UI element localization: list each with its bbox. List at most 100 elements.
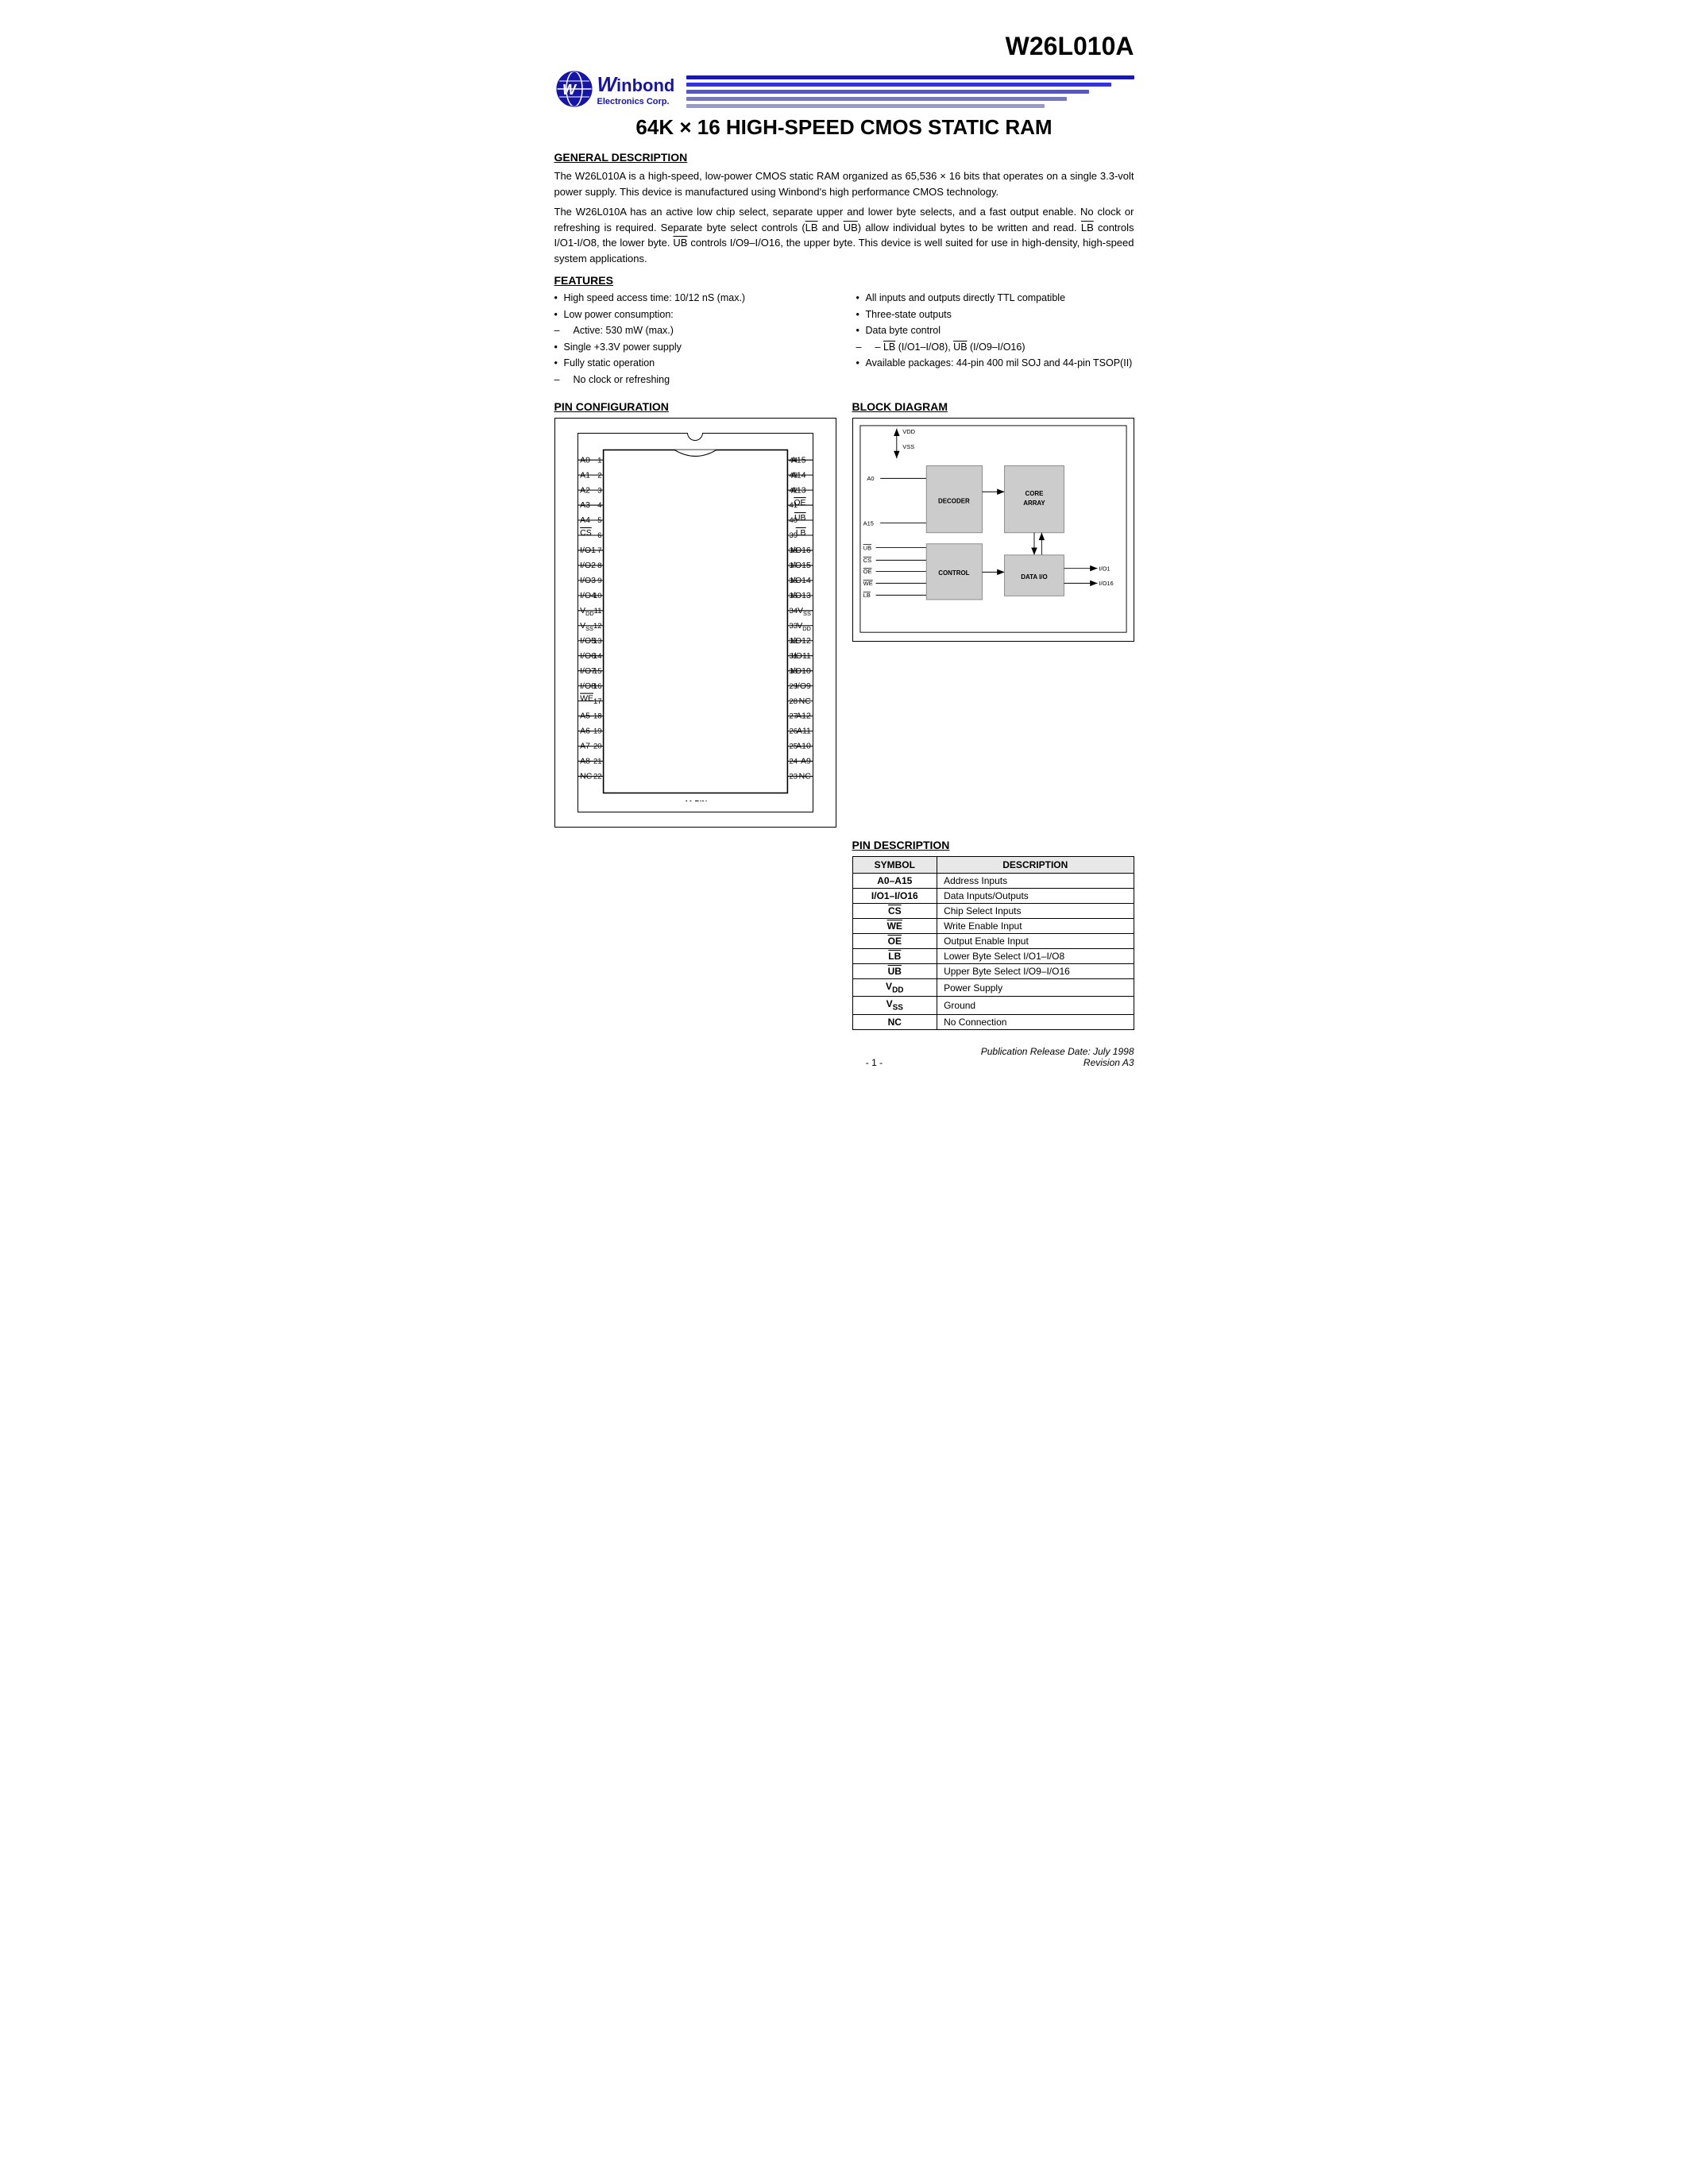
header-line-2 xyxy=(686,83,1111,87)
pin-row: CS Chip Select Inputs xyxy=(852,904,1134,919)
svg-text:I/O15: I/O15 xyxy=(790,561,811,570)
feature-item: Fully static operation xyxy=(554,357,832,371)
svg-text:A3: A3 xyxy=(580,500,590,510)
winbond-globe-icon: W xyxy=(554,69,594,109)
col-symbol: SYMBOL xyxy=(852,857,937,874)
general-desc-para1: The W26L010A is a high-speed, low-power … xyxy=(554,168,1134,199)
svg-text:I/O14: I/O14 xyxy=(790,576,811,585)
header-line-5 xyxy=(686,104,1045,108)
page-number: - 1 - xyxy=(767,1057,981,1068)
svg-text:A6: A6 xyxy=(580,727,590,736)
svg-text:3: 3 xyxy=(597,486,601,495)
pin-desc: No Connection xyxy=(937,1014,1134,1029)
svg-text:17: 17 xyxy=(593,697,601,706)
publication-date: Publication Release Date: July 1998 xyxy=(981,1046,1134,1057)
svg-text:I/O16: I/O16 xyxy=(1099,580,1113,587)
col-desc: DESCRIPTION xyxy=(937,857,1134,874)
pin-description-table: SYMBOL DESCRIPTION A0–A15 Address Inputs… xyxy=(852,856,1134,1030)
svg-text:DATA I/O: DATA I/O xyxy=(1021,573,1047,581)
svg-text:23: 23 xyxy=(789,773,798,781)
feature-item: High speed access time: 10/12 nS (max.) xyxy=(554,291,832,306)
pin-desc-spacer xyxy=(554,839,836,1030)
pin-desc: Address Inputs xyxy=(937,874,1134,889)
feature-item: Low power consumption: xyxy=(554,308,832,322)
svg-text:A11: A11 xyxy=(796,727,810,736)
pin-symbol: VDD xyxy=(852,979,937,997)
svg-text:5: 5 xyxy=(597,516,601,525)
svg-text:VDD: VDD xyxy=(580,606,594,617)
svg-text:4: 4 xyxy=(597,501,601,510)
svg-text:A14: A14 xyxy=(790,470,805,480)
page-title: W26L010A xyxy=(554,32,1134,61)
pin-symbol: OE xyxy=(852,934,937,949)
pin-row: VDD Power Supply xyxy=(852,979,1134,997)
svg-text:20: 20 xyxy=(593,743,601,751)
svg-text:11: 11 xyxy=(593,607,601,615)
pin-desc: Ground xyxy=(937,997,1134,1014)
svg-text:9: 9 xyxy=(597,577,601,585)
svg-text:22: 22 xyxy=(593,773,601,781)
features-left-col: High speed access time: 10/12 nS (max.) … xyxy=(554,291,832,389)
features-left-list: High speed access time: 10/12 nS (max.) … xyxy=(554,291,832,387)
features-heading: FEATURES xyxy=(554,274,1134,287)
pin-symbol: NC xyxy=(852,1014,937,1029)
pin-desc: Data Inputs/Outputs xyxy=(937,889,1134,904)
pin-symbol: WE xyxy=(852,919,937,934)
pin-config-col: PIN CONFIGURATION .pin-text { font-size:… xyxy=(554,400,836,828)
pin-desc: Lower Byte Select I/O1–I/O8 xyxy=(937,949,1134,964)
svg-text:12: 12 xyxy=(593,622,601,631)
svg-text:WE: WE xyxy=(580,694,593,704)
svg-text:I/O1: I/O1 xyxy=(1099,565,1110,572)
svg-text:LB: LB xyxy=(795,528,805,538)
revision-label: Revision A3 xyxy=(981,1057,1134,1068)
feature-item-indent: No clock or refreshing xyxy=(554,373,832,388)
features-right-col: All inputs and outputs directly TTL comp… xyxy=(856,291,1134,389)
svg-text:I/O1: I/O1 xyxy=(580,546,596,555)
svg-text:LB: LB xyxy=(863,592,870,599)
features-columns: High speed access time: 10/12 nS (max.) … xyxy=(554,291,1134,389)
svg-text:UB: UB xyxy=(794,513,805,523)
winbond-text: Winbond Electronics Corp. xyxy=(597,72,675,106)
svg-text:UB: UB xyxy=(863,544,871,551)
svg-text:DECODER: DECODER xyxy=(938,497,970,504)
pin-row: LB Lower Byte Select I/O1–I/O8 xyxy=(852,949,1134,964)
pin-desc-heading: PIN DESCRIPTION xyxy=(852,839,1134,851)
feature-item: All inputs and outputs directly TTL comp… xyxy=(856,291,1134,306)
pin-config-inner: .pin-text { font-size: 10px; font-family… xyxy=(577,433,813,812)
pin-row: NC No Connection xyxy=(852,1014,1134,1029)
pin-row: OE Output Enable Input xyxy=(852,934,1134,949)
svg-text:ARRAY: ARRAY xyxy=(1023,500,1045,507)
pin-desc: Upper Byte Select I/O9–I/O16 xyxy=(937,964,1134,979)
feature-item: Data byte control xyxy=(856,324,1134,338)
pin-desc-section: PIN DESCRIPTION SYMBOL DESCRIPTION A0–A1… xyxy=(554,839,1134,1030)
pin-desc-col: PIN DESCRIPTION SYMBOL DESCRIPTION A0–A1… xyxy=(852,839,1134,1030)
svg-text:I/O5: I/O5 xyxy=(580,636,596,646)
svg-text:A15: A15 xyxy=(790,455,805,465)
svg-text:I/O9: I/O9 xyxy=(795,681,811,691)
svg-text:I/O16: I/O16 xyxy=(790,546,811,555)
block-diagram-heading: BLOCK DIAGRAM xyxy=(852,400,1134,413)
general-desc-heading: GENERAL DESCRIPTION xyxy=(554,151,1134,164)
svg-text:VSS: VSS xyxy=(798,606,811,617)
pin-row: I/O1–I/O16 Data Inputs/Outputs xyxy=(852,889,1134,904)
main-title: 64K × 16 HIGH-SPEED CMOS STATIC RAM xyxy=(554,115,1134,140)
pin-symbol: I/O1–I/O16 xyxy=(852,889,937,904)
pin-symbol: A0–A15 xyxy=(852,874,937,889)
svg-text:NC: NC xyxy=(580,772,593,781)
pin-desc: Power Supply xyxy=(937,979,1134,997)
svg-text:7: 7 xyxy=(597,546,601,555)
pin-row: WE Write Enable Input xyxy=(852,919,1134,934)
pin-desc: Write Enable Input xyxy=(937,919,1134,934)
svg-text:NC: NC xyxy=(798,696,811,706)
svg-text:A0: A0 xyxy=(580,455,590,465)
svg-text:34: 34 xyxy=(789,607,798,615)
svg-text:CONTROL: CONTROL xyxy=(938,569,969,577)
svg-text:A8: A8 xyxy=(580,757,590,766)
pin-symbol: LB xyxy=(852,949,937,964)
feature-item-indent: – LB (I/O1–I/O8), UB (I/O9–I/O16) xyxy=(856,341,1134,355)
logo-wrapper: W Winbond Electronics Corp. xyxy=(554,69,1134,109)
header-lines xyxy=(686,69,1134,108)
feature-item-indent: Active: 530 mW (max.) xyxy=(554,324,832,338)
svg-text:18: 18 xyxy=(593,712,601,721)
general-desc-para2: The W26L010A has an active low chip sele… xyxy=(554,204,1134,266)
